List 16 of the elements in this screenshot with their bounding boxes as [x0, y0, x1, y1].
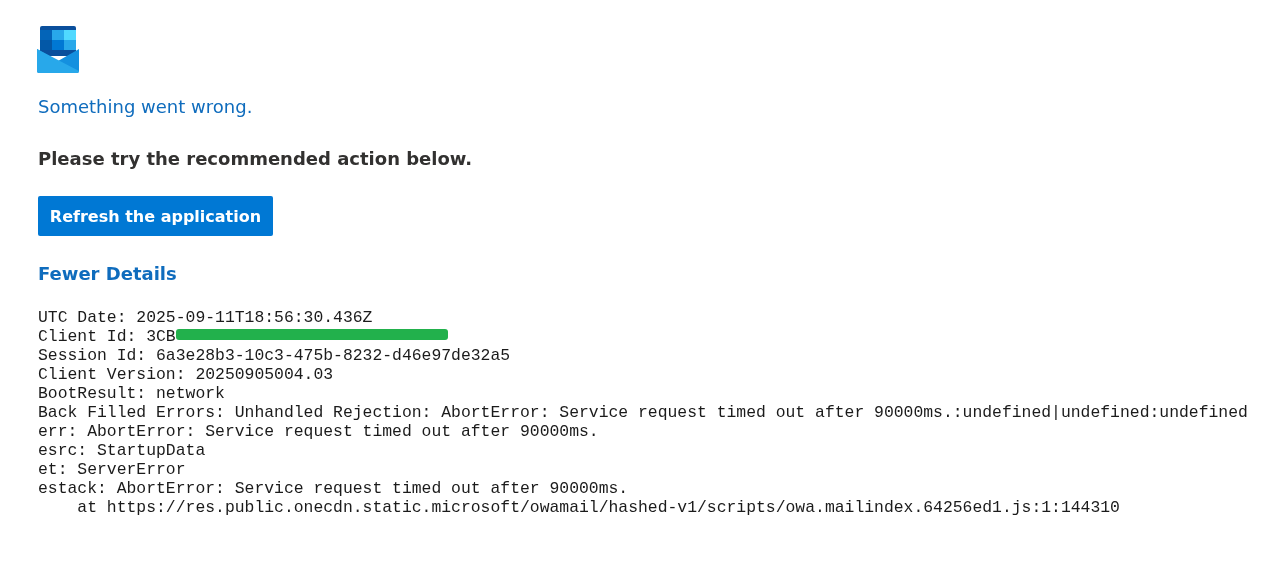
- detail-line: BootResult: network: [38, 384, 225, 403]
- mail-logo-icon: [37, 25, 79, 73]
- details-toggle-link[interactable]: Fewer Details: [38, 262, 177, 286]
- detail-line: Session Id: 6a3e28b3-10c3-475b-8232-d46e97de32a5: [38, 346, 511, 365]
- detail-line: esrc: StartupData: [38, 441, 206, 460]
- error-title: Something went wrong.: [38, 95, 253, 119]
- instruction-text: Please try the recommended action below.: [38, 147, 473, 171]
- detail-line: Client Version: 20250905004.03: [38, 365, 334, 384]
- detail-line: estack: AbortError: Service request timed out after 90000ms.: [38, 479, 629, 498]
- detail-line: UTC Date: 2025-09-11T18:56:30.436Z: [38, 308, 373, 327]
- refresh-button[interactable]: Refresh the application: [38, 196, 273, 236]
- detail-line: err: AbortError: Service request timed out after 90000ms.: [38, 422, 599, 441]
- detail-line: Client Id: 3CB: [38, 327, 176, 346]
- detail-line: Back Filled Errors: Unhandled Rejection: AbortError: Service request timed out after 90000ms.:undefined|undefined:undefined: [38, 403, 1248, 422]
- detail-line: et: ServerError: [38, 460, 186, 479]
- detail-line: at https://res.public.onecdn.static.microsoft/owamail/hashed-v1/scripts/owa.mailindex.64256ed1.js:1:144310: [77, 498, 1120, 517]
